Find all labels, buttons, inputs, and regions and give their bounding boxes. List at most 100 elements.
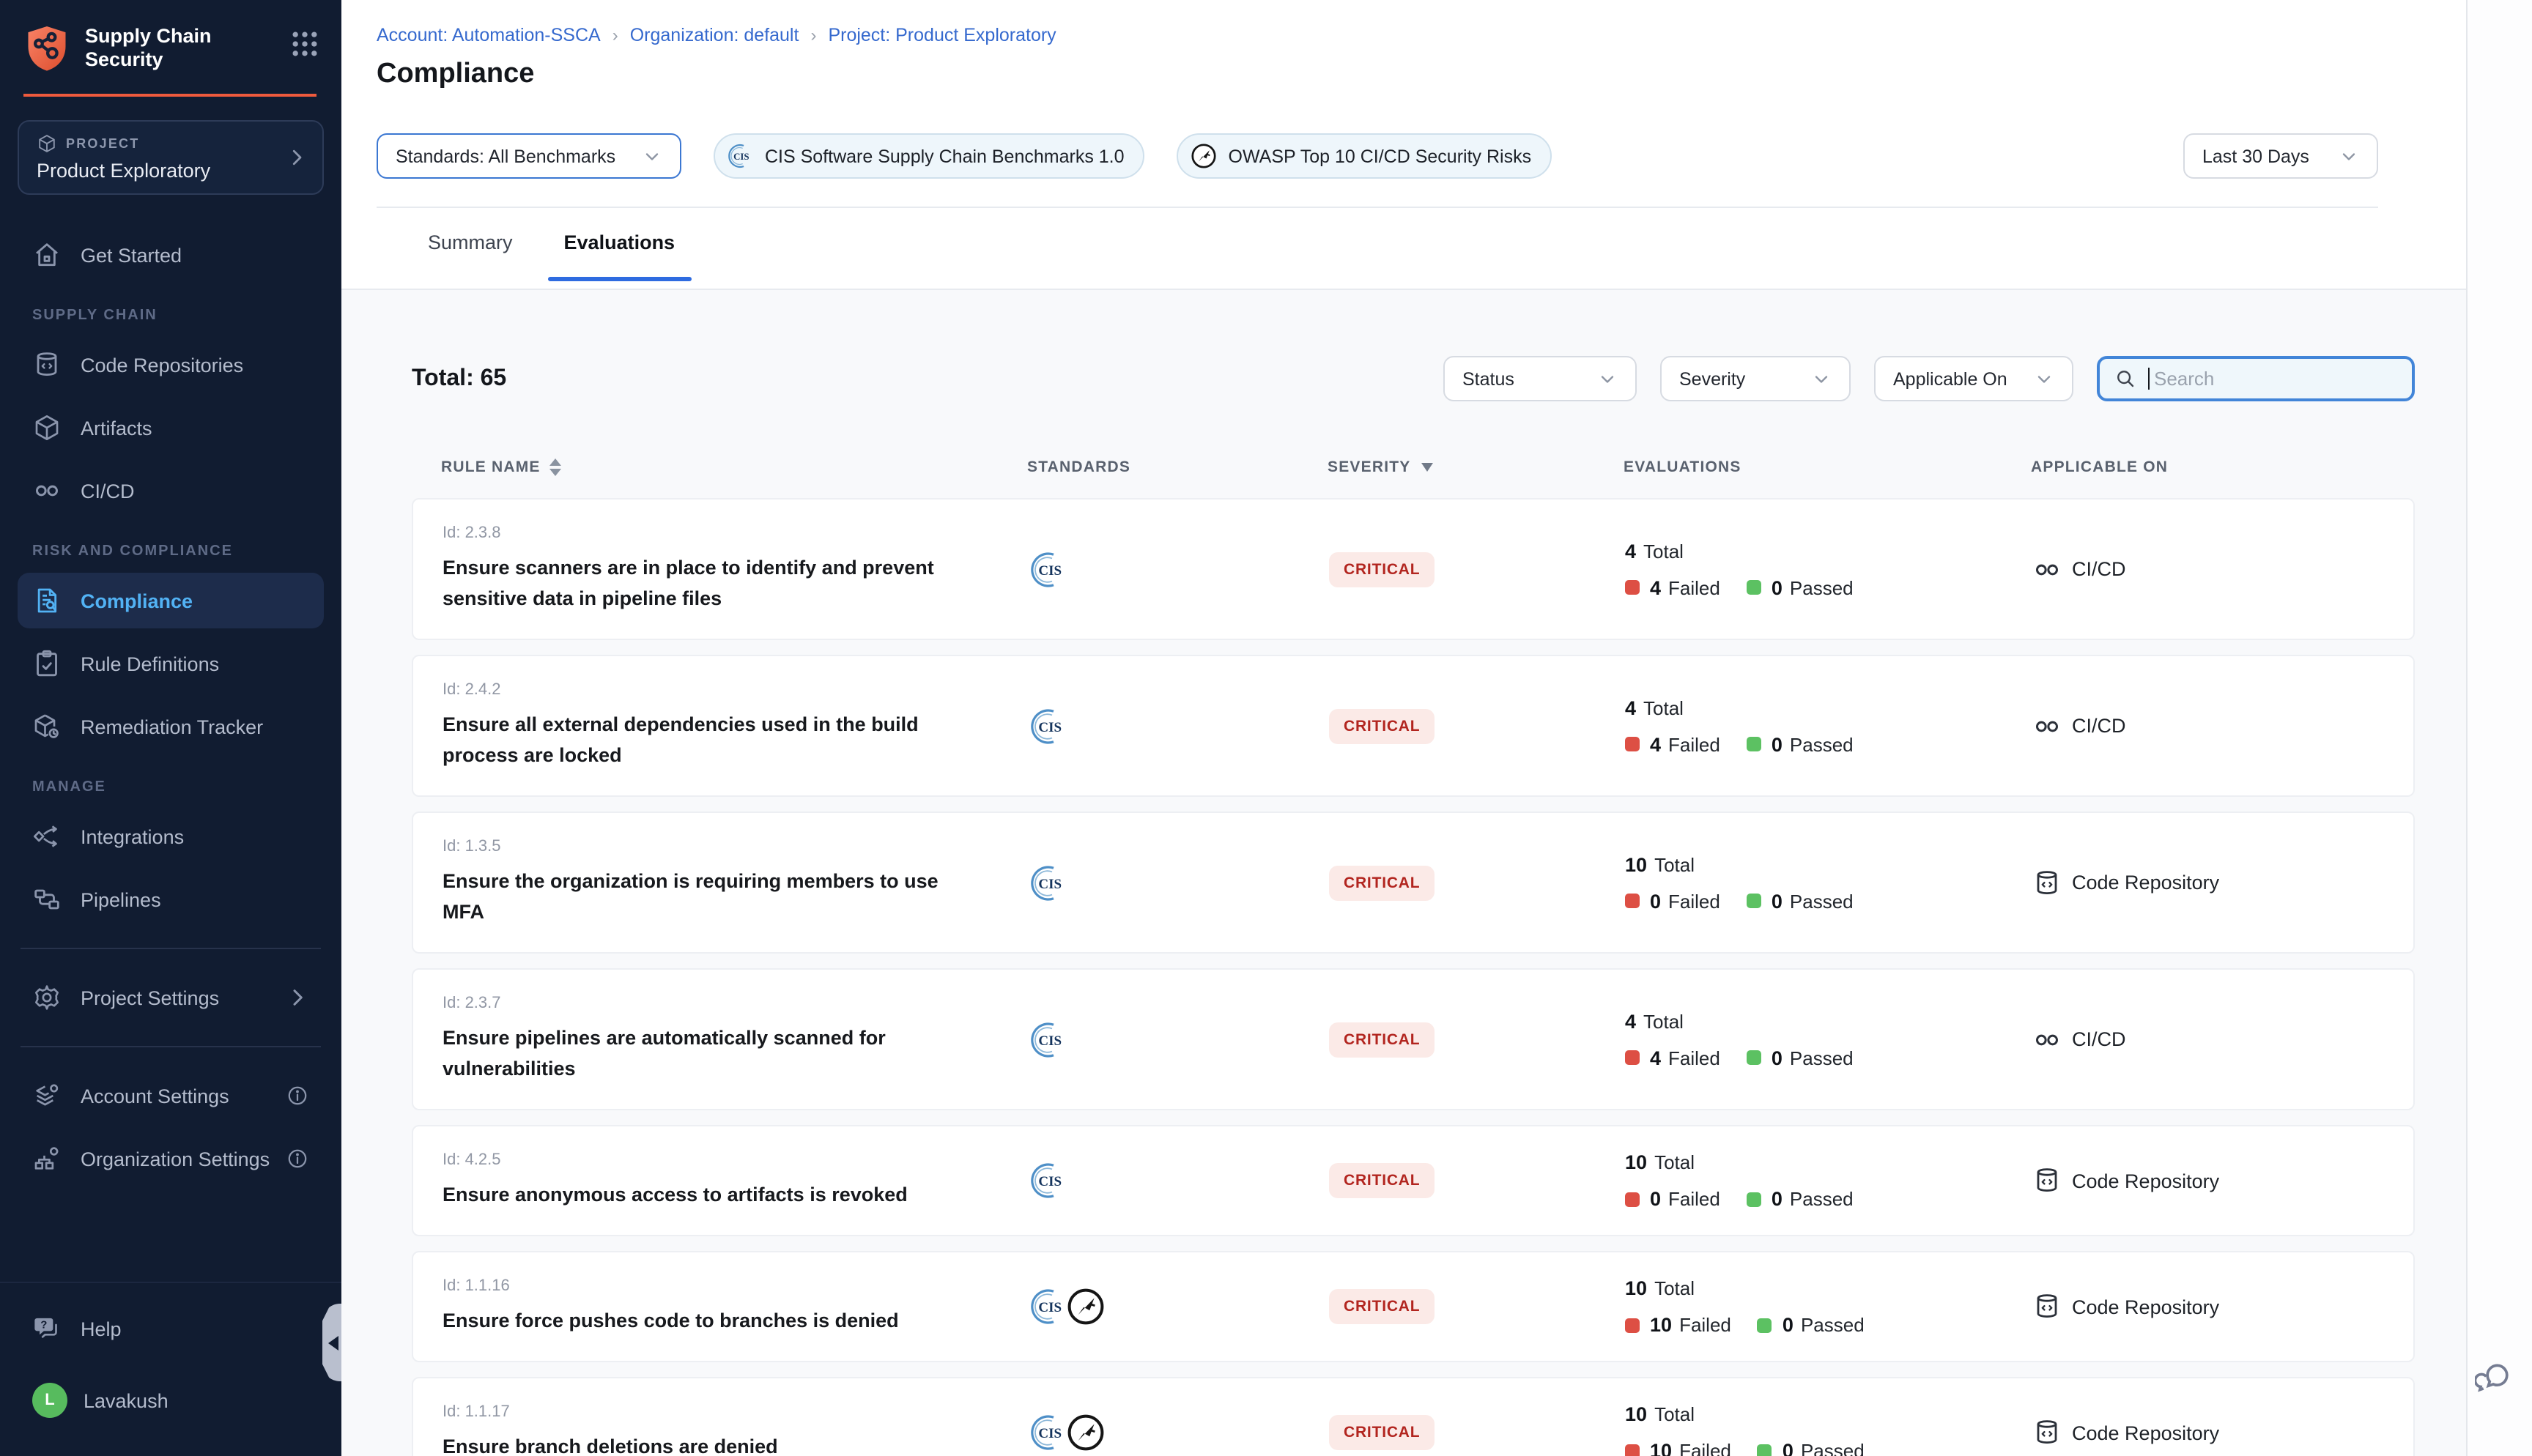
status-filter-select[interactable]: Status — [1443, 356, 1637, 401]
rule-id: Id: 1.3.5 — [443, 838, 999, 855]
table-row[interactable]: Id: 2.4.2 Ensure all external dependenci… — [412, 655, 2415, 797]
passed-indicator — [1747, 580, 1761, 595]
share-network-icon — [32, 822, 62, 851]
passed-indicator — [1758, 1318, 1772, 1332]
sidebar-item-compliance[interactable]: Compliance — [18, 573, 324, 628]
applicable-on-filter-select[interactable]: Applicable On — [1874, 356, 2073, 401]
cis-logo-icon — [727, 142, 755, 170]
rule-name: Ensure anonymous access to artifacts is … — [443, 1179, 985, 1210]
sidebar-item-integrations[interactable]: Integrations — [18, 809, 324, 864]
column-evaluations: EVALUATIONS — [1591, 458, 2002, 476]
date-range-value: Last 30 Days — [2202, 146, 2309, 166]
infinity-icon — [2032, 554, 2062, 584]
tab-summary[interactable]: Summary — [423, 208, 517, 277]
table-row[interactable]: Id: 2.3.8 Ensure scanners are in place t… — [412, 498, 2415, 640]
info-icon[interactable] — [286, 1084, 309, 1107]
code-repository-icon — [2032, 868, 2062, 897]
cis-logo-icon — [1029, 705, 1070, 746]
severity-badge: CRITICAL — [1329, 1022, 1435, 1057]
section-manage: MANAGE — [32, 779, 324, 795]
sort-icon[interactable] — [549, 458, 561, 476]
sidebar-item-label: Project Settings — [81, 987, 219, 1009]
sidebar-item-rule-definitions[interactable]: Rule Definitions — [18, 636, 324, 691]
org-hierarchy-gear-icon — [32, 1144, 62, 1173]
owasp-logo-icon — [1191, 142, 1218, 170]
tab-evaluations[interactable]: Evaluations — [560, 208, 680, 277]
rule-name: Ensure all external dependencies used in… — [443, 709, 985, 770]
column-rule-name: RULE NAME — [412, 458, 998, 476]
sidebar-item-label: Rule Definitions — [81, 653, 219, 675]
rule-name: Ensure scanners are in place to identify… — [443, 552, 985, 614]
standards-select[interactable]: Standards: All Benchmarks — [377, 133, 681, 179]
sidebar-item-label: Account Settings — [81, 1085, 229, 1107]
evaluations-content: Total: 65 Status Severity Applicable On — [341, 290, 2466, 1456]
column-severity: SEVERITY — [1298, 458, 1591, 476]
table-row[interactable]: Id: 1.1.17 Ensure branch deletions are d… — [412, 1377, 2415, 1456]
sidebar-item-pipelines[interactable]: Pipelines — [18, 872, 324, 927]
text-caret — [2148, 368, 2150, 390]
severity-badge: CRITICAL — [1329, 865, 1435, 900]
chip-cis-benchmark[interactable]: CIS Software Supply Chain Benchmarks 1.0 — [714, 133, 1145, 179]
chat-support-icon[interactable] — [2475, 1359, 2513, 1397]
severity-badge: CRITICAL — [1329, 1415, 1435, 1450]
sidebar-item-account-settings[interactable]: Account Settings — [18, 1068, 324, 1123]
section-risk-and-compliance: RISK AND COMPLIANCE — [32, 543, 324, 560]
sidebar-item-artifacts[interactable]: Artifacts — [18, 400, 324, 456]
page-header: Account: Automation-SSCA › Organization:… — [341, 0, 2466, 208]
pipeline-icon — [32, 885, 62, 914]
search-input[interactable] — [2154, 368, 2374, 390]
sidebar-nav: Get Started SUPPLY CHAIN Code Repositori… — [0, 195, 341, 1282]
infinity-icon — [2032, 1025, 2062, 1054]
table-row[interactable]: Id: 2.3.7 Ensure pipelines are automatic… — [412, 968, 2415, 1110]
sidebar-item-cicd[interactable]: CI/CD — [18, 463, 324, 519]
applicable-on-value: CI/CD — [2072, 1028, 2126, 1050]
infinity-icon — [32, 476, 62, 505]
breadcrumb-project[interactable]: Project: Product Exploratory — [828, 25, 1056, 45]
breadcrumb-separator: › — [810, 25, 816, 45]
chevron-down-icon — [1597, 368, 1618, 389]
right-gutter — [2466, 0, 2532, 1456]
applicable-on-value: Code Repository — [2072, 1422, 2219, 1444]
applicable-on-value: Code Repository — [2072, 1170, 2219, 1192]
breadcrumb-account[interactable]: Account: Automation-SSCA — [377, 25, 601, 45]
user-menu[interactable]: L Lavakush — [18, 1373, 324, 1428]
severity-filter-select[interactable]: Severity — [1660, 356, 1851, 401]
code-repository-icon — [2032, 1292, 2062, 1321]
table-row[interactable]: Id: 1.1.16 Ensure force pushes code to b… — [412, 1251, 2415, 1362]
table-row[interactable]: Id: 4.2.5 Ensure anonymous access to art… — [412, 1125, 2415, 1236]
applicable-on-value: Code Repository — [2072, 1296, 2219, 1318]
package-icon — [32, 413, 62, 442]
rule-id: Id: 1.1.17 — [443, 1403, 999, 1421]
project-selector[interactable]: PROJECT Product Exploratory — [18, 120, 324, 195]
chip-label: OWASP Top 10 CI/CD Security Risks — [1229, 146, 1532, 166]
main-area: Account: Automation-SSCA › Organization:… — [341, 0, 2466, 1456]
sort-desc-icon[interactable] — [1421, 463, 1432, 472]
chevron-right-icon — [286, 146, 308, 168]
code-repository-icon — [2032, 1166, 2062, 1195]
failed-indicator — [1625, 1192, 1640, 1206]
tab-bar: Summary Evaluations — [341, 208, 2466, 290]
clipboard-check-icon — [32, 649, 62, 678]
sidebar-item-organization-settings[interactable]: Organization Settings — [18, 1131, 324, 1186]
app-grid-icon[interactable] — [289, 28, 321, 60]
severity-badge: CRITICAL — [1329, 1289, 1435, 1324]
sidebar-item-help[interactable]: Help — [18, 1301, 324, 1356]
sidebar-item-project-settings[interactable]: Project Settings — [18, 970, 324, 1025]
passed-indicator — [1747, 894, 1761, 908]
passed-indicator — [1758, 1444, 1772, 1456]
passed-indicator — [1747, 1050, 1761, 1065]
code-repository-icon — [32, 350, 62, 379]
sidebar-collapse-handle[interactable] — [322, 1304, 341, 1381]
sidebar-item-code-repositories[interactable]: Code Repositories — [18, 337, 324, 393]
date-range-select[interactable]: Last 30 Days — [2183, 133, 2378, 179]
rule-name: Ensure force pushes code to branches is … — [443, 1305, 985, 1336]
table-row[interactable]: Id: 1.3.5 Ensure the organization is req… — [412, 811, 2415, 954]
chevron-down-icon — [2339, 146, 2359, 166]
box-wrench-icon — [32, 712, 62, 741]
chip-owasp-top10[interactable]: OWASP Top 10 CI/CD Security Risks — [1177, 133, 1552, 179]
info-icon[interactable] — [286, 1147, 309, 1170]
severity-badge: CRITICAL — [1329, 551, 1435, 587]
breadcrumb-organization[interactable]: Organization: default — [630, 25, 799, 45]
sidebar-item-remediation-tracker[interactable]: Remediation Tracker — [18, 699, 324, 754]
sidebar-item-get-started[interactable]: Get Started — [18, 227, 324, 283]
